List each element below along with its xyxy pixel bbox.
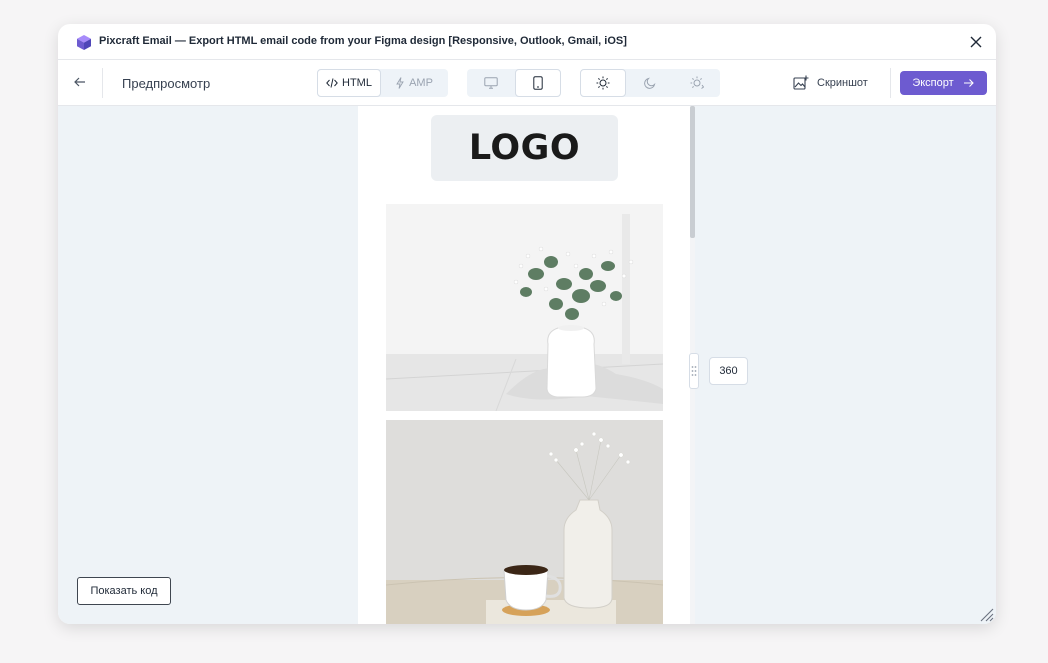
export-label: Экспорт — [912, 77, 954, 89]
theme-switcher — [580, 69, 720, 97]
email-logo: LOGO — [431, 115, 618, 181]
title-bar: Pixcraft Email — Export HTML email code … — [58, 24, 996, 60]
tab-html-label: HTML — [342, 77, 372, 89]
divider — [890, 68, 891, 98]
coffee-cup-and-vase-photo — [386, 420, 663, 624]
auto-theme-icon — [690, 76, 704, 89]
vase-with-eucalyptus-photo — [386, 204, 663, 411]
tab-amp[interactable]: AMP — [381, 69, 448, 97]
preview-width-value[interactable]: 360 — [709, 357, 748, 385]
dark-theme-button[interactable] — [626, 69, 673, 97]
pixcraft-cube-icon — [77, 35, 91, 50]
desktop-icon — [484, 77, 498, 89]
image-add-icon — [793, 75, 809, 90]
mobile-icon — [533, 76, 543, 90]
format-switcher: HTML AMP — [317, 69, 448, 97]
screenshot-label: Скриншот — [817, 77, 868, 89]
code-icon — [326, 78, 338, 88]
divider — [102, 68, 103, 98]
tab-amp-label: AMP — [409, 77, 433, 89]
moon-icon — [643, 77, 655, 89]
window-title: Pixcraft Email — Export HTML email code … — [99, 35, 627, 47]
email-preview[interactable]: LOGO — [358, 106, 691, 624]
show-code-button[interactable]: Показать код — [77, 577, 171, 605]
preview-resize-handle[interactable] — [689, 353, 699, 389]
coffee-cup-illustration — [386, 420, 663, 624]
toolbar: Предпросмотр HTML AMP Скриншот Экспорт — [58, 60, 996, 106]
close-icon[interactable] — [968, 34, 984, 50]
app-window: Pixcraft Email — Export HTML email code … — [58, 24, 996, 624]
device-switcher — [467, 69, 561, 97]
export-button[interactable]: Экспорт — [900, 71, 987, 95]
preview-canvas: LOGO 360 Показать код — [58, 106, 996, 624]
vase-with-eucalyptus-illustration — [386, 204, 663, 411]
desktop-view-button[interactable] — [467, 69, 515, 97]
tab-html[interactable]: HTML — [317, 69, 381, 97]
bolt-icon — [396, 77, 404, 89]
window-resize-grip-icon[interactable] — [978, 606, 994, 622]
page-title: Предпросмотр — [122, 76, 211, 91]
arrow-left-icon[interactable] — [72, 74, 88, 90]
auto-theme-button[interactable] — [673, 69, 720, 97]
mobile-view-button[interactable] — [515, 69, 561, 97]
drag-handle-icon — [691, 366, 697, 376]
screenshot-button[interactable]: Скриншот — [793, 74, 868, 92]
scrollbar-thumb[interactable] — [690, 106, 695, 238]
light-theme-button[interactable] — [580, 69, 626, 97]
sun-icon — [596, 76, 610, 90]
arrow-right-icon — [963, 79, 974, 87]
